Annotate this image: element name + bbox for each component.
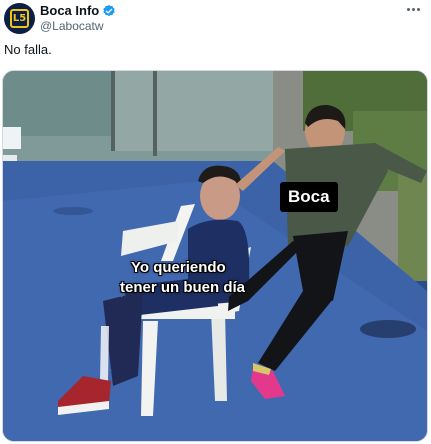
verified-badge-icon	[103, 4, 115, 16]
tweet-header: L5 Boca Info @Labocatw	[0, 0, 431, 38]
author-handle[interactable]: @Labocatw	[40, 19, 104, 33]
label-sitter-line2: tener un buen día	[120, 279, 246, 296]
meme-photo	[3, 71, 427, 441]
more-options-icon[interactable]	[403, 2, 423, 16]
avatar[interactable]: L5	[4, 3, 35, 34]
label-boca: Boca	[280, 182, 338, 212]
label-sitter-line1: Yo queriendo	[131, 259, 226, 276]
tweet-text: No falla.	[4, 42, 52, 57]
display-name[interactable]: Boca Info	[40, 3, 99, 18]
author-name-row[interactable]: Boca Info	[40, 3, 116, 18]
tweet-card: L5 Boca Info @Labocatw No falla. Boca Yo…	[0, 0, 431, 444]
boca-info-logo-icon: L5	[10, 9, 29, 28]
tweet-media-image[interactable]: Boca Yo queriendo tener un buen día	[2, 70, 428, 442]
